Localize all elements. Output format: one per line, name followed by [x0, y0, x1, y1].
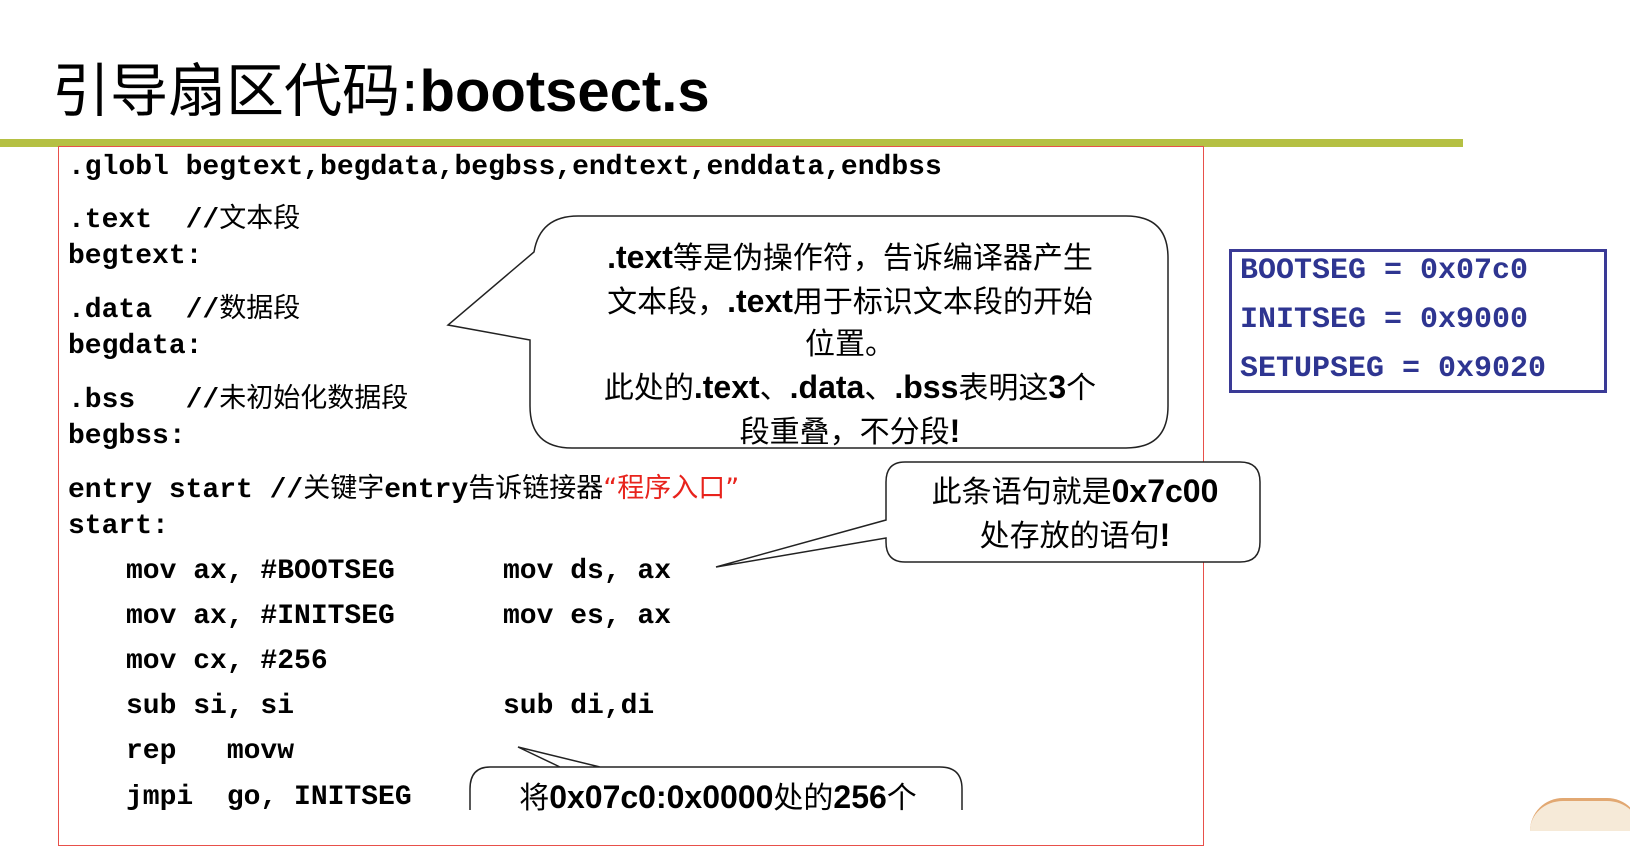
slide-title: 引导扇区代码:bootsect.s: [52, 44, 710, 128]
code-line-begdata: begdata:: [68, 331, 203, 362]
callout-pseudo-ops-text: .text等是伪操作符，告诉编译器产生 文本段，.text用于标识文本段的开始 …: [603, 239, 1097, 450]
code-line-start: start:: [68, 511, 169, 542]
callout-0x7c00-text: 此条语句就是0x7c00 处存放的语句!: [931, 473, 1219, 554]
code-line-bss: .bss //未初始化数据段: [68, 383, 409, 416]
code-line-sub-si: sub si, si: [126, 691, 295, 722]
code-comment: 文本段: [219, 203, 301, 234]
title-chinese: 引导扇区代码:: [52, 57, 420, 125]
code-line-sub-di: sub di,di: [503, 691, 655, 722]
code-comment: 未初始化数据段: [219, 383, 409, 414]
corner-logo-fragment: [1530, 798, 1630, 831]
callout-copy-text: 将0x07c0:0x0000处的256个: [519, 779, 917, 816]
code-line-text: .text //文本段: [68, 203, 301, 236]
segment-initseg: INITSEG = 0x9000: [1240, 303, 1529, 337]
code-line-mov-cx: mov cx, #256: [126, 646, 328, 677]
code-line-rep-movw: rep movw: [126, 736, 295, 767]
code-line-mov-es: mov es, ax: [503, 601, 672, 632]
program-entry-label: “程序入口”: [603, 473, 740, 504]
title-filename: bootsect.s: [419, 59, 710, 124]
code-line-jmpi: jmpi go, INITSEG: [126, 782, 412, 813]
code-line-entry: entry start //关键字entry告诉链接器“程序入口”: [68, 473, 740, 506]
code-comment: 数据段: [219, 293, 301, 324]
segment-setupseg: SETUPSEG = 0x9020: [1240, 352, 1547, 386]
code-line-mov-ds: mov ds, ax: [503, 556, 672, 587]
code-line-begtext: begtext:: [68, 241, 203, 272]
code-line-begbss: begbss:: [68, 421, 186, 452]
code-line-mov-bootseg: mov ax, #BOOTSEG: [126, 556, 395, 587]
segment-bootseg: BOOTSEG = 0x07c0: [1240, 254, 1529, 288]
code-line-data: .data //数据段: [68, 293, 301, 326]
code-line-mov-initseg: mov ax, #INITSEG: [126, 601, 395, 632]
code-line-globl: .globl begtext,begdata,begbss,endtext,en…: [68, 152, 942, 183]
